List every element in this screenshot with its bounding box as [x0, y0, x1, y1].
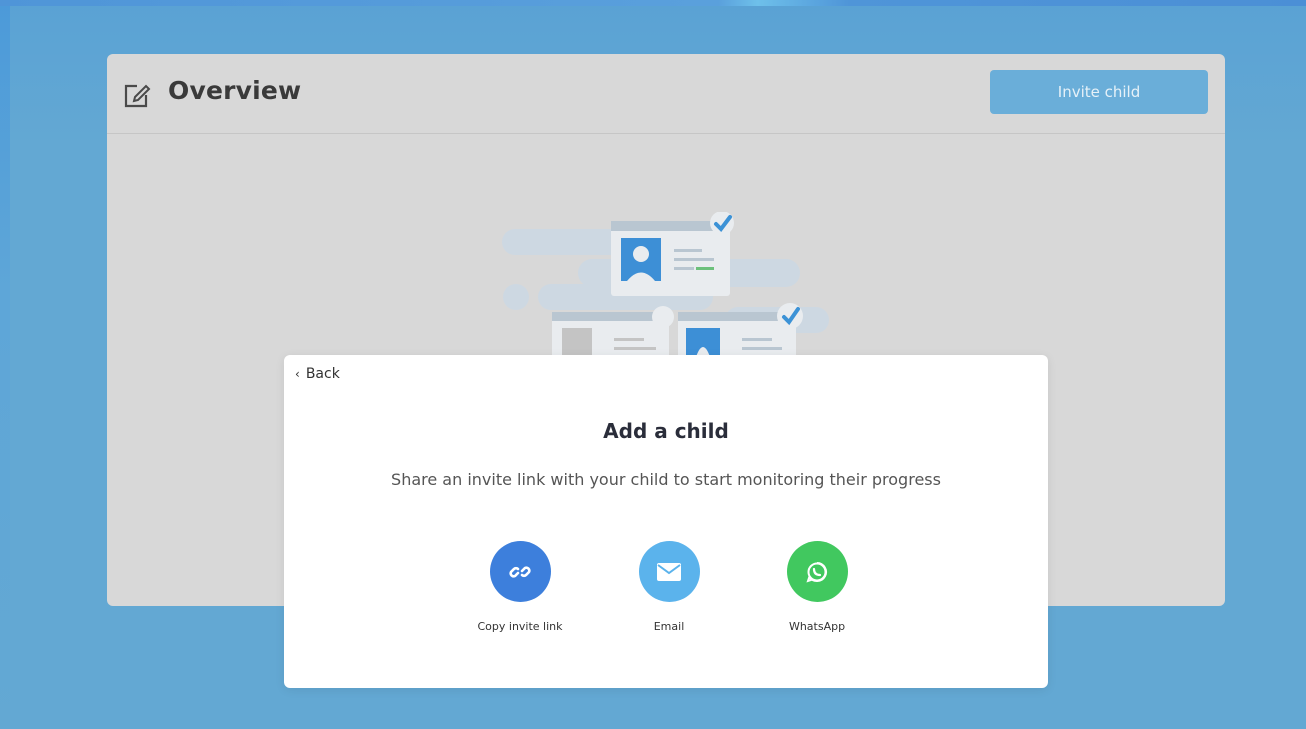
modal-subtitle: Share an invite link with your child to …	[391, 470, 941, 489]
page-title: Overview	[168, 76, 302, 105]
email-option[interactable]: Email	[609, 541, 729, 641]
edit-icon	[124, 84, 151, 108]
copy-invite-link-label: Copy invite link	[477, 620, 563, 633]
invite-child-button[interactable]: Invite child	[990, 70, 1208, 114]
copy-link-button[interactable]	[489, 541, 551, 602]
modal-title: Add a child	[603, 419, 729, 443]
email-button[interactable]	[638, 541, 700, 602]
whatsapp-button[interactable]	[786, 541, 848, 602]
envelope-icon	[657, 562, 681, 581]
chevron-left-icon: ‹	[295, 367, 300, 381]
back-link[interactable]: ‹ Back	[295, 366, 340, 382]
background-top-glow	[0, 0, 1306, 6]
background-left-glow	[0, 0, 10, 729]
link-icon	[509, 565, 531, 578]
whatsapp-icon	[806, 561, 827, 583]
whatsapp-option[interactable]: WhatsApp	[757, 541, 877, 641]
email-label: Email	[653, 620, 685, 633]
profiles-illustration-lower	[552, 303, 803, 360]
whatsapp-label: WhatsApp	[788, 620, 846, 633]
overview-header: Overview Invite child	[107, 54, 1225, 134]
copy-invite-link-option[interactable]: Copy invite link	[460, 541, 580, 641]
add-child-modal: ‹ Back Add a child Share an invite link …	[284, 355, 1048, 688]
back-label: Back	[305, 366, 340, 382]
